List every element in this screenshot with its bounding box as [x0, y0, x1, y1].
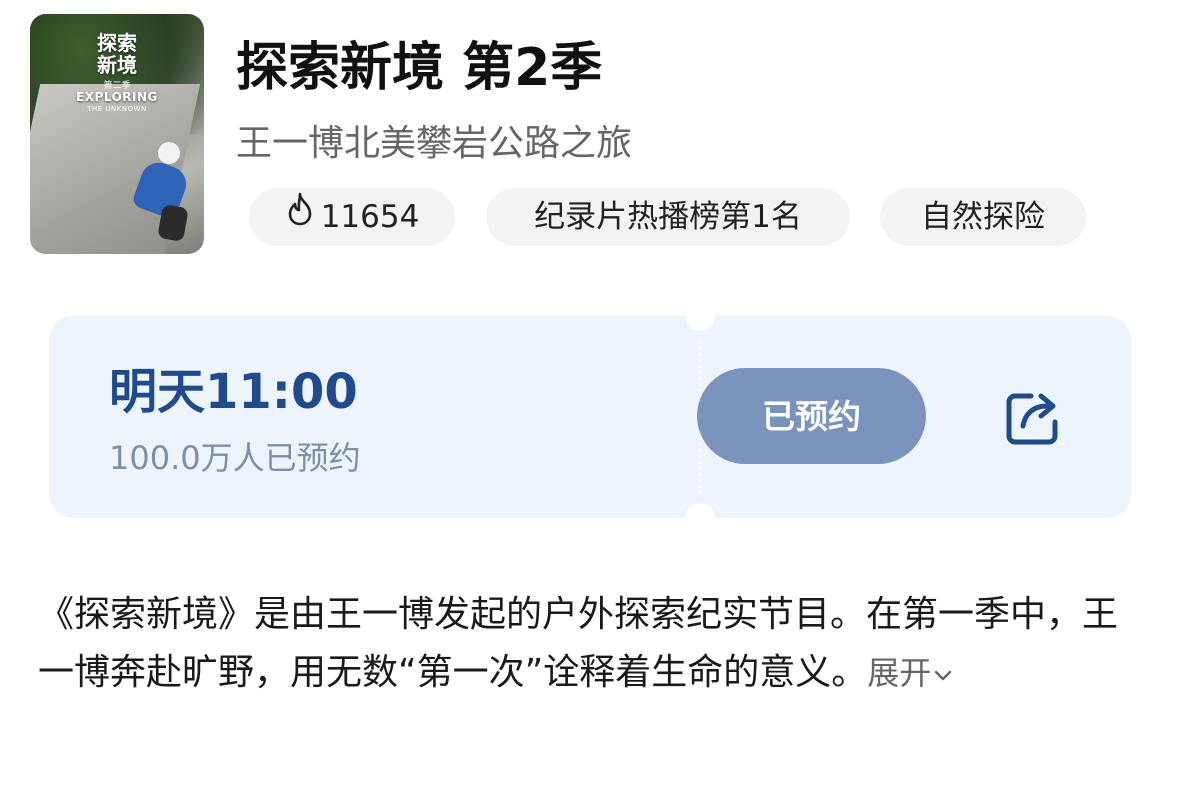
hot-count-chip[interactable]: 11654 [249, 188, 455, 246]
share-icon[interactable] [1001, 386, 1065, 450]
reservation-card: 明天11:00 100.0万人已预约 已预约 [49, 301, 1131, 533]
reserved-button[interactable]: 已预约 [697, 368, 926, 464]
flame-icon [285, 187, 315, 245]
poster-image[interactable]: 探索 新境 第二季 EXPLORING THE UNKNOWN [30, 14, 204, 254]
show-subtitle: 王一博北美攀岩公路之旅 [236, 123, 633, 164]
show-title: 探索新境 第2季 [236, 38, 603, 98]
poster-english-title: EXPLORING [76, 90, 158, 104]
poster-title-line2: 新境 [97, 53, 137, 77]
poster-title-line1: 探索 [97, 31, 137, 55]
description-text: 《探索新境》是由王一博发起的户外探索纪实节目。在第一季中，王一博奔赴旷野，用无数… [38, 594, 1119, 693]
show-description: 《探索新境》是由王一博发起的户外探索纪实节目。在第一季中，王一博奔赴旷野，用无数… [38, 586, 1138, 702]
poster-climber-legs [157, 204, 189, 242]
chevron-down-icon [933, 643, 953, 701]
expand-label: 展开 [867, 654, 932, 692]
ticket-notch-top [685, 301, 715, 331]
reservation-count: 100.0万人已预约 [109, 439, 361, 477]
hot-count-value: 11654 [320, 199, 420, 235]
expand-button[interactable]: 展开 [867, 654, 953, 692]
poster-english-subtitle: THE UNKNOWN [87, 105, 147, 113]
genre-chip[interactable]: 自然探险 [880, 188, 1086, 246]
poster-title: 探索 新境 [30, 32, 204, 76]
premiere-time: 明天11:00 [109, 364, 358, 420]
poster-climber-helmet [158, 142, 180, 164]
ranking-chip[interactable]: 纪录片热播榜第1名 [486, 188, 850, 246]
ticket-notch-bottom [685, 503, 715, 533]
